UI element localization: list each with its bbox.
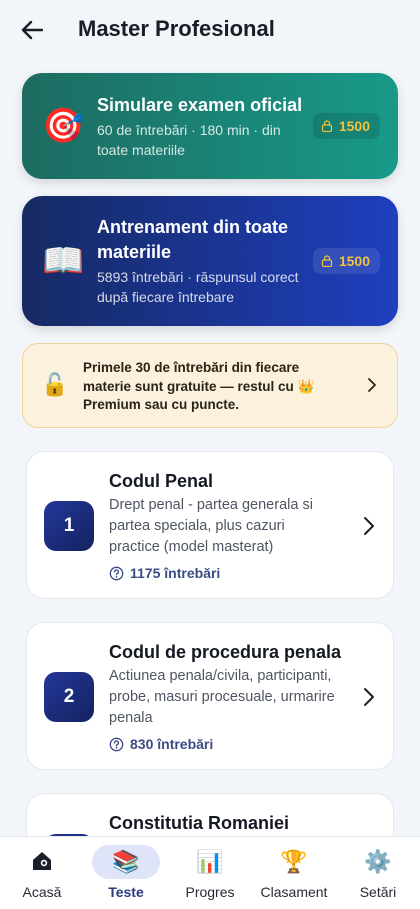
chevron-right-icon xyxy=(363,687,375,712)
home-icon xyxy=(0,849,84,879)
tab-setari[interactable]: ⚙️ Setări xyxy=(336,837,420,909)
banner-text: Primele 30 de întrebări din fiecare mate… xyxy=(83,359,343,415)
chevron-right-icon xyxy=(363,516,375,541)
tab-teste[interactable]: 📚 Teste xyxy=(84,837,168,909)
target-icon: 🎯 xyxy=(42,107,85,145)
banner-line-3: Premium sau cu puncte. xyxy=(83,397,240,412)
bottom-tab-bar: Acasă 📚 Teste 📊 Progres 🏆 Clasament ⚙️ S… xyxy=(0,836,420,909)
chevron-right-icon xyxy=(367,377,377,398)
course-question-count: 1175 întrebări xyxy=(109,565,220,581)
tab-label: Setări xyxy=(359,884,397,900)
course-desc-line: Drept penal - partea generala si xyxy=(109,497,313,513)
simulare-title: Simulare examen oficial xyxy=(97,95,303,115)
page-title: Master Profesional xyxy=(78,16,275,41)
banner-line-2: materie sunt gratuite — restul cu 👑 xyxy=(83,378,315,394)
antrenament-cost-value: 1500 xyxy=(338,253,370,269)
course-desc-line: practice (model masterat) xyxy=(109,539,274,555)
course-number-badge: 1 xyxy=(44,501,94,551)
course-description: Actiunea penala/civila, participanti, pr… xyxy=(109,666,369,729)
question-circle-icon xyxy=(109,737,124,751)
course-desc-line: partea speciala, plus cazuri xyxy=(109,518,285,534)
tab-label: Teste xyxy=(108,884,144,900)
tab-label: Acasă xyxy=(22,884,62,900)
course-question-count: 830 întrebări xyxy=(109,736,213,752)
course-count-text: 1175 întrebări xyxy=(130,565,221,581)
course-description: Drept penal - partea generala si partea … xyxy=(109,495,349,558)
antrenament-card[interactable]: 📖 Antrenament din toate materiile 5893 î… xyxy=(22,196,398,326)
unlocked-padlock-icon: 🔓 xyxy=(41,372,69,397)
antrenament-title-1: Antrenament din toate xyxy=(97,217,289,237)
tab-progres[interactable]: 📊 Progres xyxy=(168,837,252,909)
tab-clasament[interactable]: 🏆 Clasament xyxy=(252,837,336,909)
course-desc-line: Actiunea penala/civila, participanti, xyxy=(109,668,332,684)
course-title: Constitutia Romaniei xyxy=(109,813,290,833)
course-title: Codul de procedura penala xyxy=(109,642,342,662)
open-book-icon: 📖 xyxy=(42,242,85,280)
course-card-procedura-penala[interactable]: 2 Codul de procedura penala Actiunea pen… xyxy=(26,622,394,770)
simulare-exam-card[interactable]: 🎯 Simulare examen oficial 60 de întrebăr… xyxy=(22,73,398,179)
question-circle-icon xyxy=(109,566,124,580)
simulare-subtitle-2: toate materiile xyxy=(97,142,185,158)
antrenament-title-2: materiile xyxy=(97,242,172,262)
course-count-text: 830 întrebări xyxy=(130,736,214,752)
course-card-codul-penal[interactable]: 1 Codul Penal Drept penal - partea gener… xyxy=(26,451,394,599)
simulare-cost-value: 1500 xyxy=(338,118,370,134)
antrenament-subtitle-1: 5893 întrebări · răspunsul corect xyxy=(97,269,299,285)
course-desc-line: penala xyxy=(109,710,153,726)
tab-acasa[interactable]: Acasă xyxy=(0,837,84,909)
antrenament-cost-badge: 1500 xyxy=(312,248,380,274)
app-header: Master Profesional xyxy=(0,0,420,62)
tab-label: Progres xyxy=(185,884,235,900)
books-icon: 📚 xyxy=(112,849,140,874)
course-number-badge: 2 xyxy=(44,672,94,722)
lock-icon xyxy=(321,120,332,132)
simulare-cost-badge: 1500 xyxy=(312,113,380,139)
antrenament-subtitle-2: după fiecare întrebare xyxy=(97,289,234,305)
course-desc-line: probe, masuri procesuale, urmarire xyxy=(109,689,335,705)
course-title: Codul Penal xyxy=(109,471,214,491)
trophy-icon: 🏆 xyxy=(280,849,308,874)
banner-line-1: Primele 30 de întrebări din fiecare xyxy=(83,360,300,375)
lock-icon xyxy=(321,255,332,267)
free-questions-banner[interactable]: 🔓 Primele 30 de întrebări din fiecare ma… xyxy=(22,343,398,428)
simulare-subtitle-1: 60 de întrebări · 180 min · din xyxy=(97,122,281,138)
gear-icon: ⚙️ xyxy=(364,849,392,874)
tab-label: Clasament xyxy=(260,884,328,900)
back-arrow-icon[interactable] xyxy=(18,16,46,44)
bar-chart-icon: 📊 xyxy=(196,849,224,874)
